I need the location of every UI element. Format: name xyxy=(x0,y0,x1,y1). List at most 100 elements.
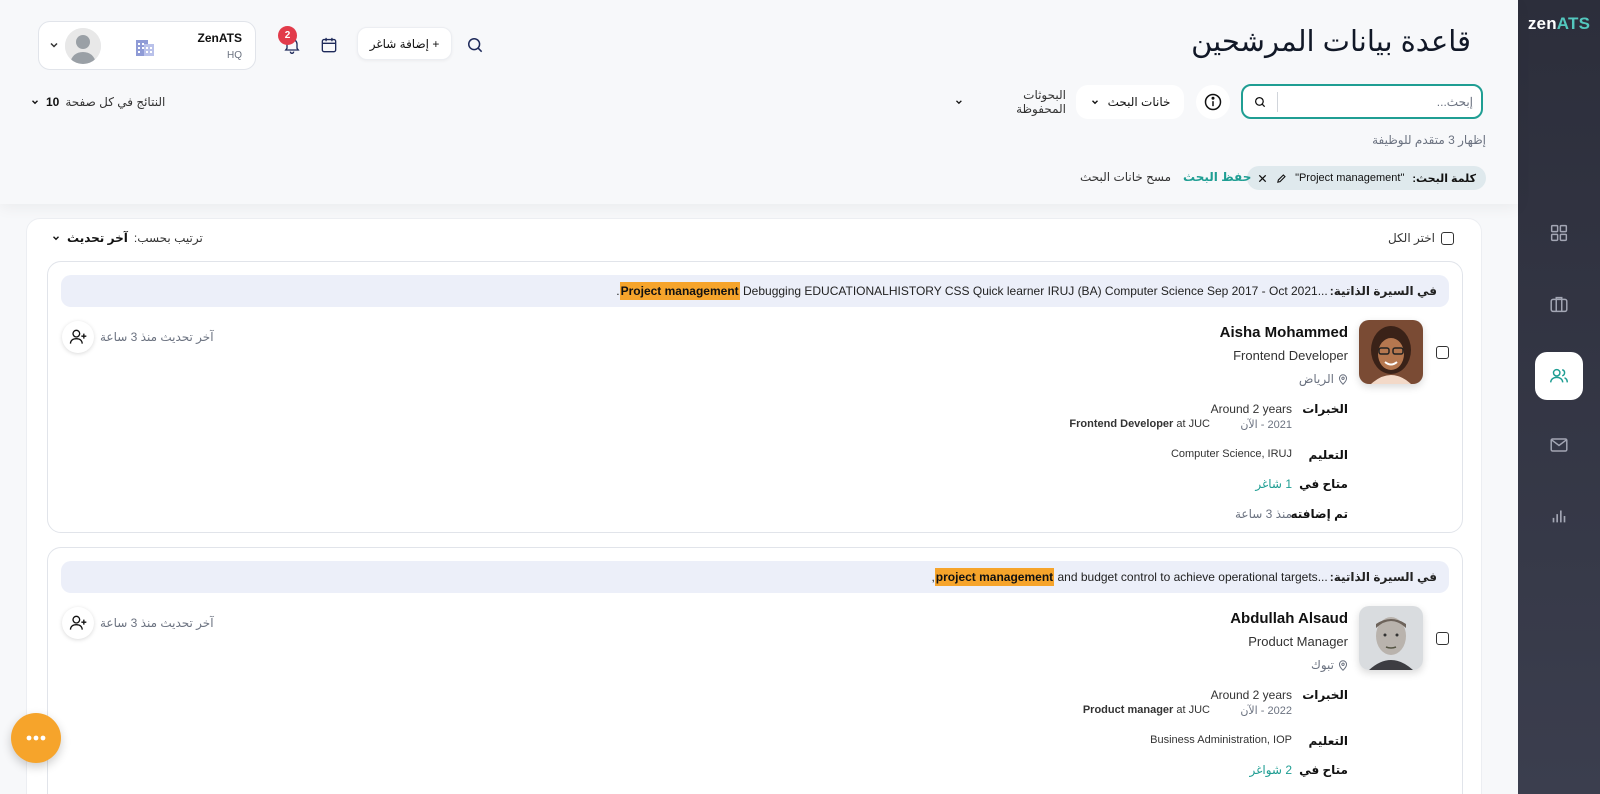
profile-switcher[interactable]: ZenATS HQ xyxy=(38,21,256,70)
last-update-text: آخر تحديث منذ 3 ساعة xyxy=(100,616,214,630)
chip-label: كلمة البحث: xyxy=(1412,172,1476,185)
education-label: التعليم xyxy=(1308,734,1349,748)
logo-text-ats: ATS xyxy=(1556,14,1591,33)
results-per-page-select[interactable]: النتائج في كل صفحة 10 xyxy=(30,92,165,112)
sidebar: zenATS xyxy=(1518,0,1600,794)
experience-position: Product manager at JUC xyxy=(1083,704,1210,716)
add-job-button[interactable]: + إضافة شاغر xyxy=(357,27,452,60)
search-divider xyxy=(1277,92,1278,112)
org-name: ZenATS xyxy=(197,31,242,45)
candidate-card[interactable]: في السيرة الذاتية: ...and budget control… xyxy=(47,547,1463,794)
experience-title: Frontend Developer xyxy=(1069,418,1174,430)
chevron-down-icon xyxy=(50,42,58,48)
added-label: تم إضافته xyxy=(1290,507,1349,521)
experience-company: at JUC xyxy=(1176,704,1210,716)
sort-value: آخر تحديث xyxy=(67,231,128,245)
availability-value[interactable]: 1 شاغر xyxy=(1255,477,1292,491)
briefcase-icon xyxy=(1550,296,1568,313)
cv-text: ...Debugging EDUCATIONALHISTORY CSS Quic… xyxy=(743,284,1328,298)
candidate-role: Frontend Developer xyxy=(1233,348,1348,363)
cv-match-snippet: في السيرة الذاتية: ...Debugging EDUCATIO… xyxy=(61,275,1449,307)
close-icon[interactable] xyxy=(1257,173,1268,184)
candidate-checkbox[interactable] xyxy=(1436,346,1449,359)
notification-count-badge: 2 xyxy=(278,26,297,45)
user-plus-icon xyxy=(69,615,87,630)
calendar-button[interactable] xyxy=(316,32,342,58)
location-text: الرياض xyxy=(1298,372,1334,386)
candidate-role: Product Manager xyxy=(1248,634,1348,649)
availability-label: متاح في xyxy=(1299,477,1348,491)
edit-icon[interactable] xyxy=(1276,173,1287,184)
page-title: قاعدة بيانات المرشحين xyxy=(1191,26,1471,58)
sidebar-item-dashboard[interactable] xyxy=(1535,209,1583,257)
users-icon xyxy=(1550,368,1568,383)
candidate-photo[interactable] xyxy=(1359,606,1423,670)
experience-duration: Around 2 years xyxy=(1210,402,1292,416)
header: قاعدة بيانات المرشحين ZenATS HQ 2 + إضاف… xyxy=(0,0,1518,204)
chart-icon xyxy=(1552,510,1566,523)
dashboard-icon xyxy=(1550,224,1568,242)
search-keyword-chip: كلمة البحث: "Project management" xyxy=(1247,166,1486,190)
candidate-search-box[interactable] xyxy=(1241,84,1483,119)
search-info-button[interactable] xyxy=(1196,85,1230,119)
candidate-location: تبوك xyxy=(1311,658,1348,672)
app-logo[interactable]: zenATS xyxy=(1518,14,1600,34)
chevron-down-icon xyxy=(955,100,962,105)
sidebar-item-reports[interactable] xyxy=(1535,492,1583,540)
experience-duration: Around 2 years xyxy=(1210,688,1292,702)
sidebar-item-candidates[interactable] xyxy=(1535,352,1583,400)
experience-title: Product manager xyxy=(1082,704,1174,716)
mail-icon xyxy=(1550,438,1568,452)
clear-search-fields-link[interactable]: مسح خانات البحث xyxy=(1080,170,1171,184)
candidate-location: الرياض xyxy=(1299,372,1348,386)
experience-company: at JUC xyxy=(1176,418,1210,430)
experience-position: Frontend Developer at JUC xyxy=(1069,418,1210,430)
select-all-checkbox[interactable] xyxy=(1441,231,1454,245)
experience-label: الخبرات xyxy=(1302,688,1348,702)
add-to-job-button[interactable] xyxy=(62,321,94,353)
availability-value[interactable]: 2 شواغر xyxy=(1249,763,1292,777)
education-label: التعليم xyxy=(1308,448,1349,462)
candidate-name[interactable]: Aisha Mohammed xyxy=(1220,324,1348,341)
map-pin-icon xyxy=(1338,373,1348,385)
global-search-button[interactable] xyxy=(462,32,488,58)
candidate-checkbox[interactable] xyxy=(1436,632,1449,645)
save-search-link[interactable]: حفظ البحث xyxy=(1183,170,1251,184)
map-pin-icon xyxy=(1338,659,1348,671)
candidate-photo[interactable] xyxy=(1359,320,1423,384)
cv-label: في السيرة الذاتية: xyxy=(1329,570,1437,584)
candidate-card[interactable]: في السيرة الذاتية: ...Debugging EDUCATIO… xyxy=(47,261,1463,533)
saved-searches-dropdown[interactable]: البحوثات المحفوظة xyxy=(954,88,1066,116)
sort-by-select[interactable]: ترتيب بحسب: آخر تحديث xyxy=(51,231,203,245)
experience-dates: 2022 - الآن xyxy=(1240,705,1292,717)
cv-label: في السيرة الذاتية: xyxy=(1329,284,1437,298)
sidebar-item-jobs[interactable] xyxy=(1535,280,1583,328)
more-horizontal-icon xyxy=(26,735,46,741)
chevron-down-icon xyxy=(53,236,59,241)
per-page-value: 10 xyxy=(46,95,60,109)
chip-value: "Project management" xyxy=(1295,172,1405,184)
sort-label: ترتيب بحسب: xyxy=(133,231,203,245)
results-count-text: إظهار 3 متقدم للوظيفة xyxy=(1372,133,1486,147)
search-fields-dropdown[interactable]: خانات البحث xyxy=(1076,85,1184,119)
candidate-name[interactable]: Abdullah Alsaud xyxy=(1230,610,1348,627)
per-page-label: النتائج في كل صفحة xyxy=(65,95,166,109)
chevron-down-icon xyxy=(32,100,38,105)
info-icon xyxy=(1204,93,1222,111)
select-all-label: اختر الكل xyxy=(1387,231,1435,245)
sidebar-item-messages[interactable] xyxy=(1535,421,1583,469)
org-branch: HQ xyxy=(227,50,242,61)
select-all[interactable]: اختر الكل xyxy=(1388,231,1454,245)
more-actions-button[interactable] xyxy=(11,713,61,763)
cv-match-snippet: في السيرة الذاتية: ...and budget control… xyxy=(61,561,1449,593)
cv-highlight: Project management xyxy=(619,282,740,300)
search-icon[interactable] xyxy=(1253,95,1267,109)
last-update-text: آخر تحديث منذ 3 ساعة xyxy=(100,330,214,344)
experience-label: الخبرات xyxy=(1302,402,1348,416)
avatar xyxy=(65,28,101,64)
added-value: منذ 3 ساعة xyxy=(1234,507,1292,521)
availability-label: متاح في xyxy=(1299,763,1348,777)
add-to-job-button[interactable] xyxy=(62,607,94,639)
chevron-down-icon xyxy=(1091,100,1098,105)
search-input[interactable] xyxy=(1283,92,1473,112)
